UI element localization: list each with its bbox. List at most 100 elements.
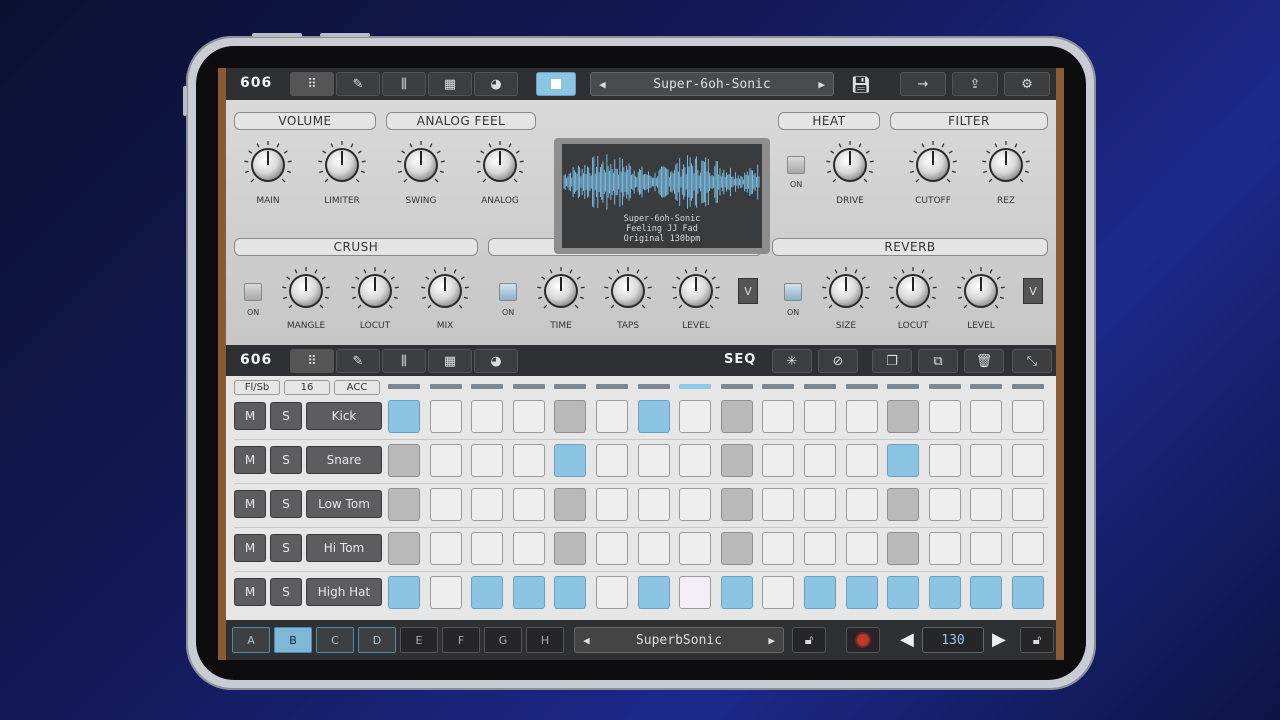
seq-edit-button[interactable]: ✎: [336, 349, 380, 373]
step-cell[interactable]: [388, 400, 420, 433]
step-cell[interactable]: [554, 532, 587, 565]
step-cell[interactable]: [679, 488, 712, 521]
step-cell[interactable]: [887, 576, 920, 609]
next-preset-icon[interactable]: ▶: [818, 78, 825, 91]
step-cell[interactable]: [596, 444, 628, 477]
next-pattern-icon[interactable]: ▶: [768, 634, 775, 647]
edit-button[interactable]: ✎: [336, 72, 380, 96]
swing-knob[interactable]: [396, 140, 446, 190]
step-cell[interactable]: [512, 444, 545, 477]
step-cell[interactable]: [388, 444, 420, 477]
step-cell[interactable]: [429, 400, 462, 433]
step-cell[interactable]: [471, 400, 504, 433]
step-cell[interactable]: [554, 488, 587, 521]
flam-sub-button[interactable]: Fl/Sb: [234, 380, 280, 395]
step-cell[interactable]: [887, 488, 920, 521]
step-cell[interactable]: [596, 400, 628, 433]
preset-selector[interactable]: ◀ Super-6oh-Sonic ▶: [590, 72, 834, 96]
step-cell[interactable]: [970, 400, 1003, 433]
track-name[interactable]: Low Tom: [306, 490, 382, 518]
step-cell[interactable]: [720, 576, 753, 609]
step-cell[interactable]: [804, 488, 836, 521]
step-cell[interactable]: [1012, 532, 1044, 565]
step-cell[interactable]: [388, 488, 420, 521]
step-cell[interactable]: [679, 576, 712, 609]
step-cell[interactable]: [512, 532, 545, 565]
forward-button[interactable]: →: [900, 72, 946, 96]
step-cell[interactable]: [596, 576, 628, 609]
seq-mixer-button[interactable]: ⫼: [382, 349, 426, 373]
mute-button[interactable]: M: [234, 578, 266, 606]
step-cell[interactable]: [679, 444, 712, 477]
delete-button[interactable]: 🗑︎: [964, 349, 1004, 373]
step-cell[interactable]: [471, 576, 504, 609]
step-cell[interactable]: [637, 576, 670, 609]
step-cell[interactable]: [637, 444, 670, 477]
taps-knob[interactable]: [603, 266, 653, 316]
step-cell[interactable]: [720, 444, 753, 477]
share-button[interactable]: ⇪: [952, 72, 998, 96]
step-cell[interactable]: [762, 532, 795, 565]
step-cell[interactable]: [471, 532, 504, 565]
heat-on-toggle[interactable]: [787, 156, 805, 174]
expand-button[interactable]: ⤡: [1012, 349, 1052, 373]
step-cell[interactable]: [970, 444, 1003, 477]
step-cell[interactable]: [928, 488, 961, 521]
limiter-knob[interactable]: [317, 140, 367, 190]
bpm-up-icon[interactable]: ▶: [992, 629, 1006, 650]
save-button[interactable]: 💾︎: [846, 72, 876, 96]
step-cell[interactable]: [928, 576, 961, 609]
step-cell[interactable]: [804, 400, 836, 433]
mixer-button[interactable]: ⫼: [382, 72, 426, 96]
step-cell[interactable]: [804, 532, 836, 565]
step-cell[interactable]: [637, 532, 670, 565]
step-cell[interactable]: [762, 488, 795, 521]
step-cell[interactable]: [970, 532, 1003, 565]
randomize-button[interactable]: ✳: [772, 349, 812, 373]
main-knob[interactable]: [243, 140, 293, 190]
bpm-display[interactable]: 130: [922, 627, 984, 653]
track-name[interactable]: Kick: [306, 402, 382, 430]
step-cell[interactable]: [887, 532, 920, 565]
step-cell[interactable]: [1012, 488, 1044, 521]
pattern-button-a[interactable]: A: [232, 627, 270, 653]
step-cell[interactable]: [845, 576, 878, 609]
fx-button[interactable]: ◕: [474, 72, 518, 96]
step-cell[interactable]: [637, 400, 670, 433]
drive-knob[interactable]: [825, 140, 875, 190]
track-name[interactable]: Hi Tom: [306, 534, 382, 562]
step-cell[interactable]: [970, 488, 1003, 521]
step-cell[interactable]: [637, 488, 670, 521]
step-cell[interactable]: [887, 400, 920, 433]
bpm-down-icon[interactable]: ◀: [900, 629, 914, 650]
cutoff-knob[interactable]: [908, 140, 958, 190]
mangle-knob[interactable]: [281, 266, 331, 316]
step-cell[interactable]: [887, 444, 920, 477]
pattern-button-e[interactable]: E: [400, 627, 438, 653]
record-button[interactable]: [846, 627, 880, 653]
step-cell[interactable]: [429, 488, 462, 521]
step-cell[interactable]: [845, 532, 878, 565]
pattern-name-selector[interactable]: ◀ SuperbSonic ▶: [574, 627, 784, 653]
delay-menu-button[interactable]: V: [738, 278, 758, 304]
step-cell[interactable]: [804, 444, 836, 477]
step-cell[interactable]: [388, 576, 420, 609]
step-cell[interactable]: [804, 576, 836, 609]
step-cell[interactable]: [554, 444, 587, 477]
pattern-button-b[interactable]: B: [274, 627, 312, 653]
step-cell[interactable]: [471, 444, 504, 477]
size-knob[interactable]: [821, 266, 871, 316]
step-cell[interactable]: [596, 532, 628, 565]
reverb-on-toggle[interactable]: [784, 283, 802, 301]
step-cell[interactable]: [845, 444, 878, 477]
step-cell[interactable]: [429, 532, 462, 565]
mute-button[interactable]: M: [234, 490, 266, 518]
seq-grid-button[interactable]: ⠿: [290, 349, 334, 373]
solo-button[interactable]: S: [270, 578, 302, 606]
pads-button[interactable]: ▦: [428, 72, 472, 96]
pattern-button-h[interactable]: H: [526, 627, 564, 653]
clear-pattern-button[interactable]: ⊘: [818, 349, 858, 373]
step-cell[interactable]: [596, 488, 628, 521]
step-cell[interactable]: [845, 488, 878, 521]
step-cell[interactable]: [1012, 400, 1044, 433]
